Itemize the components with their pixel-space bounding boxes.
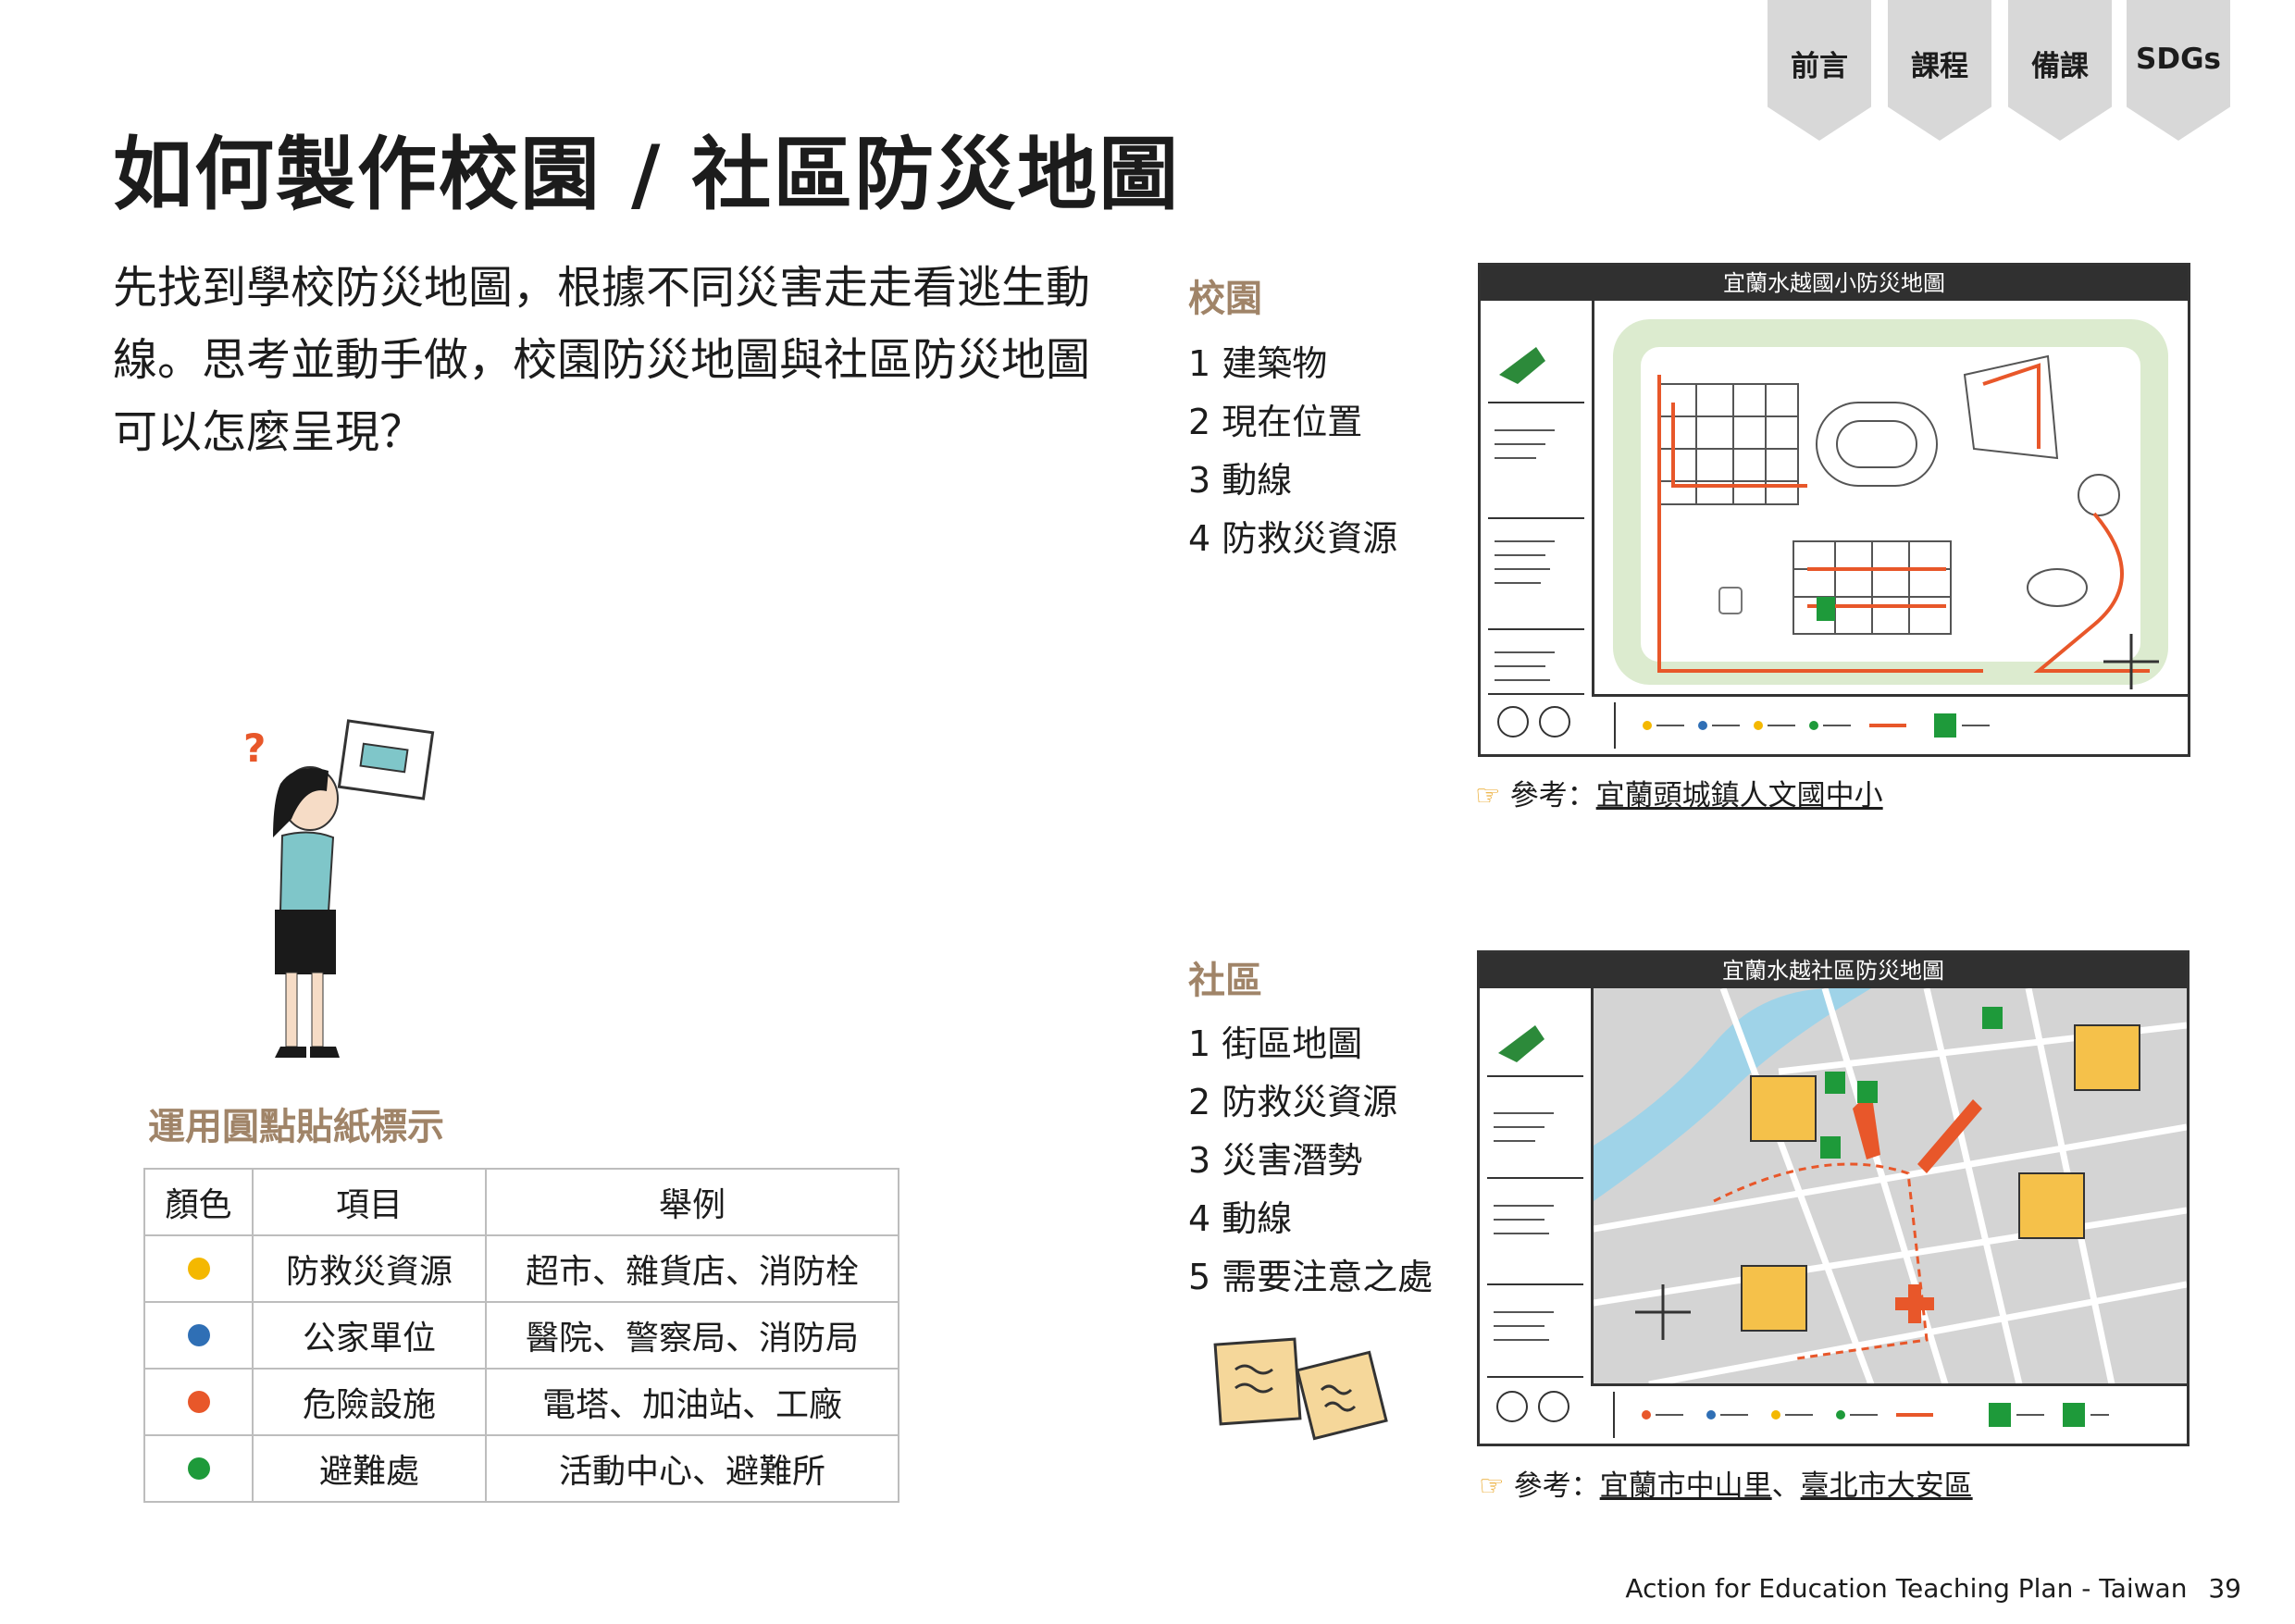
column-header-item: 項目	[252, 1168, 487, 1236]
pointing-hand-icon: ☞	[1479, 1469, 1505, 1503]
table-row: 公家單位 醫院、警察局、消防局	[143, 1301, 899, 1370]
list-item: 1 建築物	[1188, 343, 1328, 384]
color-dot	[187, 1323, 210, 1346]
map-legend-panel	[1481, 301, 1594, 754]
footer-text: Action for Education Teaching Plan - Tai…	[1625, 1573, 2188, 1604]
reference-prefix: 參考：	[1513, 1469, 1600, 1503]
map-legend-strip	[1592, 694, 2188, 754]
sticker-heading: 運用圓點貼紙標示	[148, 1106, 444, 1148]
item-cell: 防救災資源	[252, 1234, 487, 1303]
pointing-hand-icon: ☞	[1475, 779, 1501, 812]
list-item: 4 防救災資源	[1188, 518, 1398, 559]
community-map-image: 宜蘭水越社區防災地圖	[1477, 950, 2190, 1446]
reference-prefix: 參考：	[1509, 779, 1596, 812]
community-reference-link-1[interactable]: 宜蘭市中山里	[1600, 1469, 1772, 1503]
campus-map-title: 宜蘭水越國小防災地圖	[1481, 266, 2188, 301]
list-item: 2 防救災資源	[1188, 1082, 1398, 1122]
column-header-example: 舉例	[485, 1168, 899, 1236]
color-cell	[143, 1301, 254, 1370]
page-number: 39	[2208, 1573, 2241, 1604]
list-item: 3 災害潛勢	[1188, 1140, 1363, 1181]
page-footer: Action for Education Teaching Plan - Tai…	[1625, 1573, 2241, 1604]
community-reference-link-2[interactable]: 臺北市大安區	[1801, 1469, 1973, 1503]
example-cell: 活動中心、避難所	[485, 1434, 899, 1503]
campus-heading: 校園	[1188, 278, 1262, 320]
sticky-notes-illustration	[1213, 1337, 1388, 1441]
community-map-title: 宜蘭水越社區防災地圖	[1480, 953, 2187, 988]
reference-separator: 、	[1771, 1469, 1801, 1503]
tab-sdgs[interactable]: SDGs	[2127, 0, 2230, 141]
tab-preparation[interactable]: 備課	[2008, 0, 2112, 141]
girl-thinking-illustration: ?	[243, 719, 435, 1058]
tab-preface[interactable]: 前言	[1768, 0, 1871, 141]
intro-paragraph: 先找到學校防災地圖，根據不同災害走走看逃生動線。思考並動手做，校園防災地圖與社區…	[113, 262, 1091, 458]
example-cell: 電塔、加油站、工廠	[485, 1368, 899, 1436]
example-cell: 醫院、警察局、消防局	[485, 1301, 899, 1370]
item-cell: 避難處	[252, 1434, 487, 1503]
color-dot	[187, 1257, 210, 1280]
campus-list: 1 建築物 2 現在位置 3 動線 4 防救災資源	[1188, 335, 1397, 568]
list-item: 5 需要注意之處	[1188, 1257, 1433, 1297]
table-row: 危險設施 電塔、加油站、工廠	[143, 1368, 899, 1436]
color-dot	[187, 1390, 210, 1413]
example-cell: 超市、雜貨店、消防栓	[485, 1234, 899, 1303]
campus-reference: ☞ 參考：宜蘭頭城鎮人文國中小	[1475, 772, 1883, 813]
table-header-row: 顏色 項目 舉例	[143, 1168, 899, 1236]
sticker-legend-table: 顏色 項目 舉例 防救災資源 超市、雜貨店、消防栓 公家單位 醫院、警察局、消防…	[143, 1168, 899, 1503]
color-cell	[143, 1434, 254, 1503]
column-header-color: 顏色	[143, 1168, 254, 1236]
map-legend-strip	[1591, 1383, 2187, 1444]
table-row: 避難處 活動中心、避難所	[143, 1434, 899, 1503]
item-cell: 危險設施	[252, 1368, 487, 1436]
campus-reference-link[interactable]: 宜蘭頭城鎮人文國中小	[1596, 779, 1883, 812]
campus-map-image: 宜蘭水越國小防災地圖	[1478, 263, 2190, 757]
color-cell	[143, 1368, 254, 1436]
table-row: 防救災資源 超市、雜貨店、消防栓	[143, 1234, 899, 1303]
page-title: 如何製作校園 / 社區防災地圖	[113, 129, 1181, 221]
community-reference: ☞ 參考：宜蘭市中山里、臺北市大安區	[1479, 1462, 1973, 1504]
svg-text:?: ?	[243, 725, 266, 771]
map-legend-panel	[1480, 988, 1594, 1444]
tab-course[interactable]: 課程	[1888, 0, 1991, 141]
list-item: 3 動線	[1188, 460, 1293, 501]
item-cell: 公家單位	[252, 1301, 487, 1370]
list-item: 4 動線	[1188, 1198, 1293, 1239]
color-dot	[187, 1457, 210, 1480]
community-heading: 社區	[1188, 960, 1262, 1002]
list-item: 2 現在位置	[1188, 402, 1363, 442]
color-cell	[143, 1234, 254, 1303]
list-item: 1 街區地圖	[1188, 1023, 1363, 1064]
community-list: 1 街區地圖 2 防救災資源 3 災害潛勢 4 動線 5 需要注意之處	[1188, 1015, 1433, 1307]
